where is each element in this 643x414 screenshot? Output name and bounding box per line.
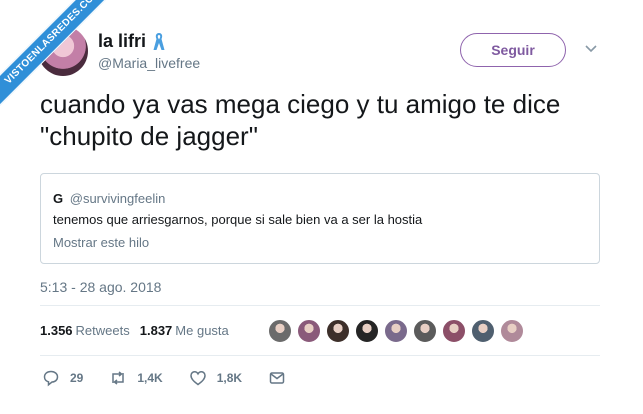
liker-avatar[interactable] xyxy=(442,319,466,343)
heart-icon xyxy=(189,371,206,386)
tweet-text-line-2: "chupito de jagger" xyxy=(40,121,258,151)
retweets-label: Retweets xyxy=(75,323,130,338)
timestamp[interactable]: 5:13 - 28 ago. 2018 xyxy=(40,279,161,295)
follow-button[interactable]: Seguir xyxy=(460,33,566,67)
divider xyxy=(40,305,600,306)
tweet-text: cuando ya vas mega ciego y tu amigo te d… xyxy=(40,88,610,152)
like-count: 1,8K xyxy=(216,371,243,385)
retweets-stat[interactable]: 1.356 Retweets xyxy=(40,323,130,338)
retweet-icon xyxy=(112,371,125,385)
envelope-icon xyxy=(269,372,285,384)
quoted-author: G @survivingfeelin xyxy=(53,191,165,206)
retweet-count: 1,4K xyxy=(137,371,163,385)
quoted-text: tenemos que arriesgarnos, porque si sale… xyxy=(53,212,423,227)
liker-avatar[interactable] xyxy=(500,319,524,343)
tweet-text-line-1: cuando ya vas mega ciego y tu amigo te d… xyxy=(40,89,561,119)
reply-icon xyxy=(43,370,59,387)
awareness-ribbon-icon xyxy=(153,32,165,50)
reply-button[interactable]: 29 xyxy=(42,369,83,387)
liker-avatar[interactable] xyxy=(355,319,379,343)
liker-avatar[interactable] xyxy=(268,319,292,343)
engagement-stats: 1.356 Retweets 1.837 Me gusta xyxy=(40,323,229,338)
retweets-count: 1.356 xyxy=(40,323,73,338)
divider xyxy=(40,355,600,356)
retweet-button[interactable]: 1,4K xyxy=(109,369,163,387)
liker-avatars xyxy=(268,319,529,343)
likes-label: Me gusta xyxy=(175,323,229,338)
quoted-author-handle: @survivingfeelin xyxy=(69,191,166,206)
likes-stat[interactable]: 1.837 Me gusta xyxy=(140,323,229,338)
quoted-tweet[interactable]: G @survivingfeelin tenemos que arriesgar… xyxy=(40,173,600,264)
show-thread-link[interactable]: Mostrar este hilo xyxy=(53,235,149,250)
quoted-author-name: G xyxy=(53,191,64,206)
like-button[interactable]: 1,8K xyxy=(189,369,242,387)
liker-avatar[interactable] xyxy=(413,319,437,343)
liker-avatar[interactable] xyxy=(297,319,321,343)
reply-count: 29 xyxy=(70,371,84,385)
chevron-down-icon[interactable] xyxy=(585,45,597,53)
author-handle[interactable]: @Maria_livefree xyxy=(98,55,200,71)
action-bar: 29 1,4K 1,8K xyxy=(42,369,312,387)
liker-avatar[interactable] xyxy=(384,319,408,343)
watermark-ribbon: VISTOENLASREDES.COM xyxy=(0,0,110,110)
watermark-text: VISTOENLASREDES.COM xyxy=(0,0,110,110)
liker-avatar[interactable] xyxy=(326,319,350,343)
direct-message-button[interactable] xyxy=(268,369,286,387)
likes-count: 1.837 xyxy=(139,323,173,338)
liker-avatar[interactable] xyxy=(471,319,495,343)
